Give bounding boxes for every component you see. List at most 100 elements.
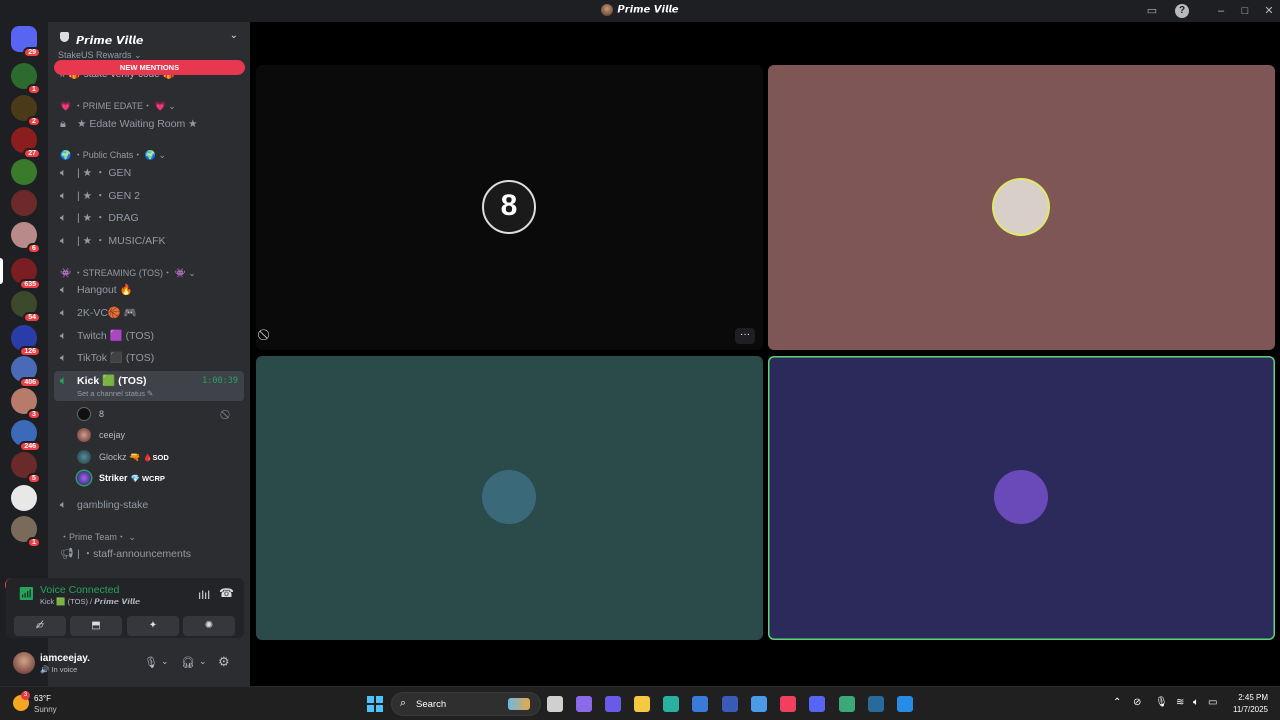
server-icon-server-5[interactable]: [11, 190, 37, 216]
channel-edate-waiting-room[interactable]: 🔒︎ ★ Edate Waiting Room ★: [54, 114, 244, 134]
store-icon[interactable]: [692, 696, 708, 712]
avatar: [77, 450, 91, 464]
code-icon[interactable]: [751, 696, 767, 712]
vpn-icon[interactable]: ⊘: [1133, 697, 1141, 708]
microphone-icon[interactable]: 🎙︎: [144, 656, 158, 669]
discord-icon[interactable]: [809, 696, 825, 712]
minimize-button[interactable]: –: [1213, 3, 1229, 19]
participant-tile-speaking[interactable]: [768, 356, 1275, 640]
participant-tile[interactable]: [256, 356, 763, 640]
voice-member[interactable]: 8⃠: [77, 405, 104, 423]
chevron-down-icon[interactable]: ⌄: [199, 656, 207, 667]
noise-suppression-icon[interactable]: ılıl: [198, 588, 210, 602]
disconnect-icon[interactable]: ☎: [219, 586, 234, 600]
voice-channel-link[interactable]: Kick 🟩 (TOS) / 𝙋𝙧𝙞𝙢𝙚 𝙑𝙞𝙡𝙡𝙚: [40, 597, 140, 606]
server-icon-server-10[interactable]: 406: [11, 356, 41, 388]
server-icon-server-7[interactable]: 635: [11, 258, 41, 290]
clock-date[interactable]: 11/7/2025: [1233, 705, 1268, 714]
server-icon-server-12[interactable]: 246: [11, 420, 41, 452]
channel-hangout[interactable]: 🔈︎ Hangout 🔥: [54, 280, 244, 300]
server-header[interactable]: 𝙋𝙧𝙞𝙢𝙚 𝙑𝙞𝙡𝙡𝙚 ⌄: [48, 22, 250, 52]
explorer-tasks[interactable]: [547, 696, 563, 712]
voice-channel-name: Kick 🟩 (TOS) /: [40, 597, 95, 606]
category-streaming[interactable]: 👾 ・STREAMING (TOS)・ 👾 ⌄: [60, 266, 196, 279]
channel-2k-vc[interactable]: 🔈︎ 2K-VC🏀 🎮: [54, 303, 244, 323]
battery-icon[interactable]: ▭: [1208, 697, 1217, 708]
channel-gen[interactable]: 🔈︎ | ★ ・ GEN: [54, 163, 244, 183]
category-public-chats[interactable]: 🌍 ・Public Chats・ 🌍 ⌄: [60, 148, 166, 161]
chevron-down-icon[interactable]: ⌄: [161, 656, 169, 667]
chevron-up-icon[interactable]: ⌃: [1113, 697, 1121, 708]
voice-member[interactable]: Striker 💎 WCRP: [77, 469, 165, 487]
soundboard-button[interactable]: ✺: [183, 616, 235, 636]
server-icon-discord-home[interactable]: 29: [11, 26, 41, 58]
channel-staff-announcements[interactable]: 📢︎ | ・staff-announcements: [54, 544, 244, 564]
server-icon-server-15[interactable]: 1: [11, 516, 41, 548]
file-explorer-icon[interactable]: [634, 696, 650, 712]
server-icon-server-8[interactable]: 54: [11, 291, 41, 323]
signal-icon[interactable]: 📶︎: [18, 586, 35, 602]
channel-gambling-stake[interactable]: 🔈︎ gambling-stake: [54, 495, 244, 515]
server-icon-server-9[interactable]: 126: [11, 325, 41, 357]
chevron-down-icon[interactable]: ⌄: [230, 30, 238, 41]
channel-kick[interactable]: 🔈︎ Kick 🟩 (TOS) 1:00:39 Set a channel statu…: [54, 371, 244, 401]
screen-share-button[interactable]: ⬒: [70, 616, 122, 636]
start-button[interactable]: [367, 696, 383, 712]
user-panel: iamceejay. 🔊 In voice 🎙︎ ⌄ 🎧︎ ⌄ ⚙: [6, 646, 244, 682]
activities-button[interactable]: ✦: [127, 616, 179, 636]
voice-connected-label[interactable]: Voice Connected: [40, 584, 119, 596]
launcher-icon[interactable]: [897, 696, 913, 712]
voice-member[interactable]: ceejay: [77, 426, 125, 444]
inbox-icon[interactable]: ▭: [1144, 3, 1160, 19]
channel-gen-2[interactable]: 🔈︎ | ★ ・ GEN 2: [54, 186, 244, 206]
teams-icon[interactable]: [605, 696, 621, 712]
category-prime-team[interactable]: ・Prime Team・ ⌄: [60, 530, 136, 543]
server-icon-server-11[interactable]: 3: [11, 388, 41, 420]
server-icon-server-14[interactable]: [11, 485, 37, 511]
steam-icon[interactable]: [868, 696, 884, 712]
clock-time[interactable]: 2:45 PM: [1238, 693, 1268, 702]
server-icon-server-13[interactable]: 5: [11, 452, 41, 484]
set-channel-status[interactable]: Set a channel status ✎: [77, 389, 153, 399]
avatar: [994, 180, 1048, 234]
channel-tiktok[interactable]: 🔈︎ TikTok ⬛ (TOS): [54, 348, 244, 368]
avatar: [77, 471, 91, 485]
edge-icon[interactable]: [663, 696, 679, 712]
channel-music-afk[interactable]: 🔈︎ | ★ ・ MUSIC/AFK: [54, 231, 244, 251]
server-icon-server-4[interactable]: [11, 159, 37, 185]
new-mentions-button[interactable]: NEW MENTIONS: [54, 60, 245, 75]
mention-badge: 3: [27, 409, 41, 420]
more-options-icon[interactable]: ···: [735, 328, 755, 344]
mention-badge: 1: [27, 537, 41, 548]
volume-icon[interactable]: 🔈︎: [1193, 697, 1199, 708]
android-icon[interactable]: [839, 696, 855, 712]
l-app-icon[interactable]: [722, 696, 738, 712]
weather-temperature[interactable]: 63°F: [34, 694, 51, 703]
copilot-icon[interactable]: [576, 696, 592, 712]
participant-tile[interactable]: 8 ⃠ ···: [256, 65, 763, 350]
channel-drag[interactable]: 🔈︎ | ★ ・ DRAG: [54, 208, 244, 228]
channel-twitch[interactable]: 🔈︎ Twitch 🟪 (TOS): [54, 326, 244, 346]
help-icon[interactable]: ?: [1175, 4, 1189, 18]
username[interactable]: iamceejay.: [40, 653, 90, 664]
taskbar-search[interactable]: ⌕ Search: [391, 692, 541, 716]
speaker-icon: 🔈︎: [60, 190, 67, 202]
speaker-icon: 🔈︎: [60, 167, 67, 179]
wifi-icon[interactable]: ≋: [1176, 697, 1184, 708]
server-icon-server-6[interactable]: 6: [11, 222, 41, 254]
voice-member[interactable]: Glockz 🔫 🩸SOD: [77, 448, 169, 466]
weather-description[interactable]: Sunny: [34, 705, 57, 714]
music-icon[interactable]: [780, 696, 796, 712]
camera-toggle-button[interactable]: ▱̸: [14, 616, 66, 636]
gear-icon[interactable]: ⚙: [218, 654, 230, 670]
headphones-icon[interactable]: 🎧︎: [181, 656, 195, 669]
server-icon-server-2[interactable]: 2: [11, 95, 41, 127]
avatar[interactable]: [13, 652, 35, 674]
maximize-button[interactable]: □: [1237, 3, 1253, 19]
server-icon-server-1[interactable]: 1: [11, 63, 41, 95]
server-icon-server-3[interactable]: 27: [11, 127, 41, 159]
participant-tile[interactable]: [768, 65, 1275, 350]
category-prime-edate[interactable]: 💗 ・PRIME EDATE・ 💗 ⌄: [60, 99, 176, 112]
close-button[interactable]: ✕: [1261, 3, 1277, 19]
microphone-icon[interactable]: 🎙︎: [1155, 697, 1168, 708]
